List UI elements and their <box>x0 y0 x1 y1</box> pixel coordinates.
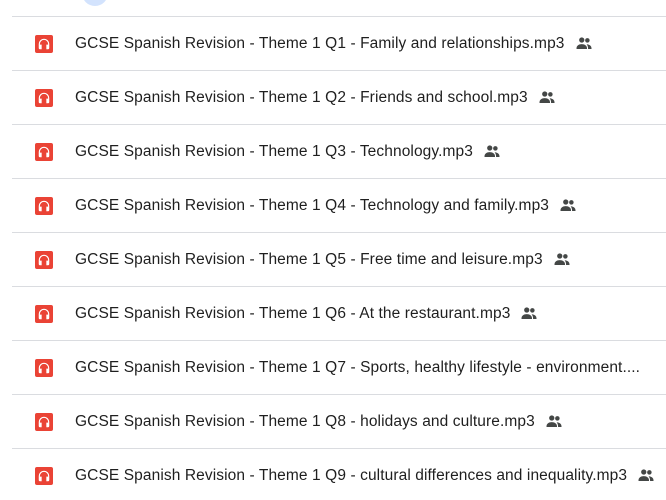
shared-people-icon <box>538 90 556 104</box>
file-name: GCSE Spanish Revision - Theme 1 Q2 - Fri… <box>75 89 528 106</box>
audio-file-icon <box>35 143 53 161</box>
file-row-4[interactable]: GCSE Spanish Revision - Theme 1 Q4 - Tec… <box>12 178 666 232</box>
file-name: GCSE Spanish Revision - Theme 1 Q9 - cul… <box>75 467 628 484</box>
audio-file-icon <box>35 359 53 377</box>
file-row-8[interactable]: GCSE Spanish Revision - Theme 1 Q8 - hol… <box>12 394 666 448</box>
file-row-2[interactable]: GCSE Spanish Revision - Theme 1 Q2 - Fri… <box>12 70 666 124</box>
shared-people-icon <box>553 252 571 266</box>
shared-people-icon <box>575 36 593 50</box>
audio-file-icon <box>35 413 53 431</box>
audio-file-icon <box>35 305 53 323</box>
file-name: GCSE Spanish Revision - Theme 1 Q3 - Tec… <box>75 143 473 160</box>
file-row-1[interactable]: GCSE Spanish Revision - Theme 1 Q1 - Fam… <box>12 16 666 70</box>
audio-file-icon <box>35 89 53 107</box>
file-name: GCSE Spanish Revision - Theme 1 Q4 - Tec… <box>75 197 550 214</box>
shared-people-icon <box>545 414 563 428</box>
audio-file-icon <box>35 251 53 269</box>
file-name: GCSE Spanish Revision - Theme 1 Q7 - Spo… <box>75 359 641 376</box>
file-row-9[interactable]: GCSE Spanish Revision - Theme 1 Q9 - cul… <box>12 448 666 500</box>
file-name: GCSE Spanish Revision - Theme 1 Q8 - hol… <box>75 413 535 430</box>
audio-file-icon <box>35 35 53 53</box>
avatar-partial <box>82 0 108 6</box>
file-row-7[interactable]: GCSE Spanish Revision - Theme 1 Q7 - Spo… <box>12 340 666 394</box>
file-row-5[interactable]: GCSE Spanish Revision - Theme 1 Q5 - Fre… <box>12 232 666 286</box>
audio-file-icon <box>35 197 53 215</box>
file-name: GCSE Spanish Revision - Theme 1 Q5 - Fre… <box>75 251 543 268</box>
shared-people-icon <box>483 144 501 158</box>
file-name: GCSE Spanish Revision - Theme 1 Q1 - Fam… <box>75 35 565 52</box>
file-name: GCSE Spanish Revision - Theme 1 Q6 - At … <box>75 305 511 322</box>
file-row-3[interactable]: GCSE Spanish Revision - Theme 1 Q3 - Tec… <box>12 124 666 178</box>
audio-file-icon <box>35 467 53 485</box>
shared-people-icon <box>637 468 655 482</box>
shared-people-icon <box>559 198 577 212</box>
file-row-6[interactable]: GCSE Spanish Revision - Theme 1 Q6 - At … <box>12 286 666 340</box>
shared-people-icon <box>520 306 538 320</box>
file-list: GCSE Spanish Revision - Theme 1 Q1 - Fam… <box>12 16 666 500</box>
